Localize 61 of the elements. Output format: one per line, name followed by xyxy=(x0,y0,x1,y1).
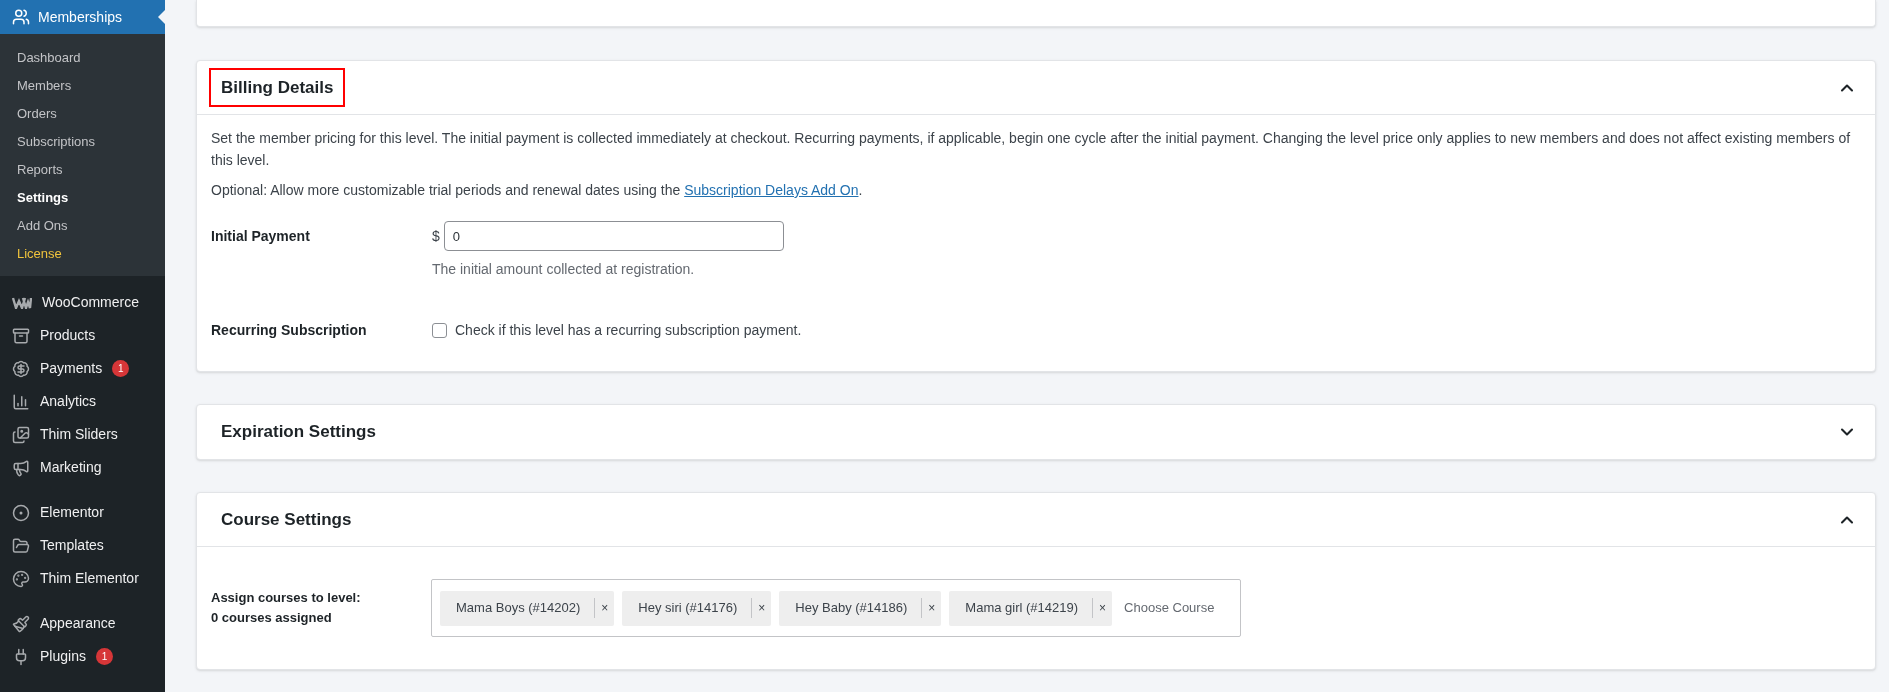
submenu-item[interactable]: Subscriptions xyxy=(17,132,96,152)
currency-symbol: $ xyxy=(432,226,440,246)
field-label: Recurring Subscription xyxy=(211,321,368,340)
course-count: 0 courses assigned xyxy=(211,609,333,627)
menu-item[interactable]: Payments 1 xyxy=(0,352,165,385)
course-tag[interactable]: Mama Boys (#14202) × xyxy=(440,590,615,626)
optional-text: Optional: Allow more customizable trial periods and renewal dates using the Subscription Delays Add On. xyxy=(211,181,864,200)
menu-item[interactable]: Thim Elementor xyxy=(0,562,165,595)
menu-item[interactable]: Marketing xyxy=(0,451,165,484)
remove-tag-button[interactable]: × xyxy=(922,599,942,617)
submenu-item[interactable]: Dashboard xyxy=(17,48,81,68)
circle-icon xyxy=(12,503,30,522)
field-label: Assign courses to level: xyxy=(211,589,362,607)
menu-item[interactable]: Thim Sliders xyxy=(0,418,165,451)
input-field[interactable]: 0 xyxy=(443,221,784,251)
submenu-item[interactable]: License xyxy=(17,244,62,264)
menu-item[interactable]: WooCommerce xyxy=(0,286,165,319)
count-badge: 1 xyxy=(112,360,130,377)
course-select-field[interactable]: Mama Boys (#14202) × Hey siri (#14176) × Hey Baby (#14186) × Mama girl (#14219) × Choose Course xyxy=(431,579,1241,637)
folder-icon xyxy=(12,536,30,555)
submenu-item[interactable]: Add Ons xyxy=(17,216,68,236)
count-badge: 1 xyxy=(95,648,113,665)
dollar-icon xyxy=(12,359,30,378)
submenu-item[interactable]: Settings xyxy=(17,188,69,208)
course-tag[interactable]: Hey Baby (#14186) × xyxy=(779,590,942,626)
menu-item[interactable]: Products xyxy=(0,319,165,352)
section-title: Billing Details xyxy=(209,67,346,108)
hint-text: The initial amount collected at registration. xyxy=(432,260,696,279)
description-text: Set the member pricing for this level. The initial payment is collected immediately at checkout. Recurring payments, if applicable, begin one cycle after the initial payment. Changing the level price only applies to new members and does not affect existing members of this level. xyxy=(211,129,1852,170)
menu-item[interactable]: Analytics xyxy=(0,385,165,418)
remove-tag-button[interactable]: × xyxy=(752,599,772,617)
course-tag[interactable]: Mama girl (#14219) × xyxy=(949,590,1113,626)
palette-icon xyxy=(12,569,30,588)
course-tag[interactable]: Hey siri (#14176) × xyxy=(622,590,772,626)
card-header[interactable]: Expiration Settings xyxy=(197,405,1875,459)
megaphone-icon xyxy=(12,458,30,477)
w-logo-icon xyxy=(12,296,32,309)
remove-tag-button[interactable]: × xyxy=(1093,599,1113,617)
menu-item[interactable]: Plugins 1 xyxy=(0,640,165,673)
remove-tag-button[interactable]: × xyxy=(595,599,615,617)
menu-item[interactable]: Elementor xyxy=(0,496,165,529)
section-title: Expiration Settings xyxy=(220,421,377,444)
submenu-item[interactable]: Reports xyxy=(17,160,63,180)
menu-item[interactable]: Templates xyxy=(0,529,165,562)
submenu-item[interactable]: Members xyxy=(17,76,72,96)
paintbrush-icon xyxy=(12,614,30,633)
field-label: Initial Payment xyxy=(211,227,311,246)
box-icon xyxy=(12,326,30,345)
card-header[interactable]: Billing Details xyxy=(197,61,1875,115)
bar-chart-icon xyxy=(12,392,30,411)
pointer-icon xyxy=(158,10,165,24)
section-title: Course Settings xyxy=(220,508,353,531)
images-icon xyxy=(12,425,30,444)
card-header[interactable]: Course Settings xyxy=(197,493,1875,547)
menu-item[interactable]: Appearance xyxy=(0,607,165,640)
checkbox-label: Check if this level has a recurring subscription payment. xyxy=(455,321,802,340)
placeholder-text: Choose Course xyxy=(1124,599,1215,618)
users-icon xyxy=(12,8,30,26)
submenu-item[interactable]: Orders xyxy=(17,104,57,124)
menu-item[interactable]: Memberships xyxy=(0,0,165,34)
checkbox[interactable] xyxy=(432,323,447,338)
